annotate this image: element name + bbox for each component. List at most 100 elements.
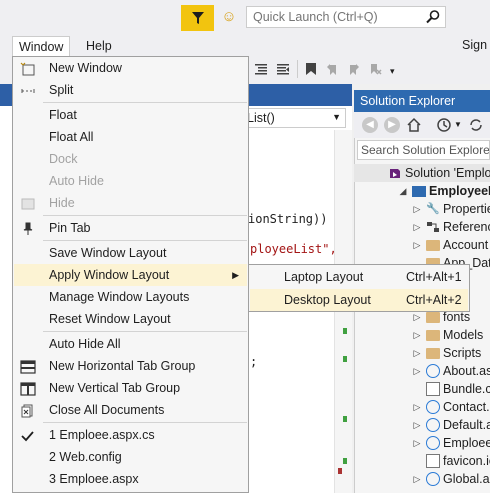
references-icon (426, 220, 440, 234)
home-icon[interactable] (406, 117, 422, 133)
solution-explorer-title: Solution Explorer (354, 90, 490, 112)
menu-item-float[interactable]: Float (14, 104, 247, 126)
web-page-icon (426, 472, 440, 486)
toolbar-overflow-icon[interactable]: ▾ (390, 66, 395, 77)
menu-item-label: Hide (49, 196, 75, 210)
member-dropdown[interactable]: List() ▼ (242, 108, 346, 128)
tree-item[interactable]: ▷ About.aspx (354, 362, 490, 380)
web-page-icon (426, 436, 440, 450)
menu-window[interactable]: Window (12, 36, 70, 56)
menu-item-label: Dock (49, 152, 78, 166)
send-feedback-smiley-icon[interactable]: ☺ (220, 7, 238, 25)
collapsed-arrow-icon[interactable]: ▷ (412, 398, 422, 416)
forward-icon[interactable]: ▶ (384, 117, 400, 133)
wrench-icon: 🔧 (426, 203, 440, 215)
change-marker (343, 328, 347, 334)
tree-item-label: Models (443, 328, 484, 342)
submenu-item-desktop-layout[interactable]: Desktop Layout Ctrl+Alt+2 (250, 289, 468, 311)
tree-item[interactable]: ▷ Contact.asp (354, 398, 490, 416)
tree-item-label: Emploee.asp (443, 436, 490, 450)
menu-item-label: 3 Emploee.aspx (49, 472, 139, 486)
menu-item-2-web-config[interactable]: 2 Web.config (14, 446, 247, 468)
expanded-arrow-icon[interactable]: ◢ (398, 182, 408, 200)
menu-item-new-horizontal-tab-group[interactable]: New Horizontal Tab Group (14, 355, 247, 377)
sync-icon[interactable] (468, 117, 484, 133)
feedback-filter-button[interactable] (181, 5, 214, 31)
menu-help[interactable]: Help (80, 36, 118, 56)
web-page-icon (426, 418, 440, 432)
align-icon[interactable] (254, 62, 268, 76)
menu-item-label: Pin Tab (49, 221, 91, 235)
collapsed-arrow-icon[interactable]: ▷ (412, 362, 422, 380)
tree-item[interactable]: ▷ Global.asax (354, 470, 490, 488)
folder-icon (426, 240, 440, 251)
submenu-item-label: Desktop Layout (284, 293, 371, 307)
menu-item-apply-window-layout[interactable]: Apply Window Layout ▶ (14, 264, 247, 286)
collapsed-arrow-icon[interactable]: ▷ (412, 416, 422, 434)
tree-item-label: favicon.ico (443, 454, 490, 468)
collapsed-arrow-icon[interactable]: ▷ (412, 218, 422, 236)
tree-item[interactable]: ▷ Emploee.asp (354, 434, 490, 452)
menu-separator (43, 331, 247, 332)
menu-item-label: New Horizontal Tab Group (49, 359, 196, 373)
back-icon[interactable]: ◀ (362, 117, 378, 133)
menu-item-1-emploee-aspx-cs[interactable]: 1 Emploee.aspx.cs (14, 424, 247, 446)
quick-launch-box[interactable] (246, 6, 446, 28)
prev-bookmark-icon[interactable] (326, 62, 340, 76)
menu-item-3-emploee-aspx[interactable]: 3 Emploee.aspx (14, 468, 247, 490)
menu-item-label: New Vertical Tab Group (49, 381, 181, 395)
menu-item-auto-hide-all[interactable]: Auto Hide All (14, 333, 247, 355)
tree-item-label: Default.aspx (443, 418, 490, 432)
quick-launch-input[interactable] (247, 9, 425, 25)
submenu-item-label: Laptop Layout (284, 270, 364, 284)
collapsed-arrow-icon[interactable]: ▷ (412, 326, 422, 344)
tree-item-label: Bundle.confi (443, 382, 490, 396)
tree-item[interactable]: ▷ Scripts (354, 344, 490, 362)
history-icon[interactable] (436, 117, 452, 133)
tree-item[interactable]: ◢ EmployeeDem (354, 182, 490, 200)
collapsed-arrow-icon[interactable]: ▷ (412, 344, 422, 362)
menu-item-new-vertical-tab-group[interactable]: New Vertical Tab Group (14, 377, 247, 399)
clear-bookmarks-icon[interactable] (368, 62, 382, 76)
new-window-icon (20, 61, 36, 76)
history-dropdown-icon[interactable]: ▼ (454, 120, 462, 129)
tree-item[interactable]: Solution 'Employe (354, 164, 490, 182)
window-menu-dropdown: New Window Split Float Float All Dock Auto Hi… (12, 56, 249, 493)
sign-in-link[interactable]: Sign (462, 38, 487, 52)
tree-item[interactable]: ▷ Default.aspx (354, 416, 490, 434)
tree-item[interactable]: ▷ 🔧Properties (354, 200, 490, 218)
menu-item-split[interactable]: Split (14, 79, 247, 101)
menu-item-new-window[interactable]: New Window (14, 57, 247, 79)
collapsed-arrow-icon[interactable]: ▷ (412, 236, 422, 254)
search-icon[interactable] (425, 9, 441, 25)
menu-item-save-window-layout[interactable]: Save Window Layout (14, 242, 247, 264)
collapsed-arrow-icon[interactable]: ▷ (412, 434, 422, 452)
tree-item[interactable]: Bundle.confi (354, 380, 490, 398)
apply-window-layout-submenu: Laptop Layout Ctrl+Alt+1 Desktop Layout … (248, 264, 470, 312)
tree-item-label: Scripts (443, 346, 482, 360)
menu-item-dock: Dock (14, 148, 247, 170)
menu-item-manage-window-layouts[interactable]: Manage Window Layouts (14, 286, 247, 308)
tree-item[interactable]: ▷ Account (354, 236, 490, 254)
vertical-tab-group-icon (20, 381, 36, 396)
outdent-icon[interactable] (276, 62, 290, 76)
menu-item-close-all-documents[interactable]: Close All Documents (14, 399, 247, 421)
menu-item-label: Save Window Layout (49, 246, 167, 260)
change-marker (343, 416, 347, 422)
solution-explorer-search-input[interactable]: Search Solution Explore (357, 140, 490, 160)
menu-item-float-all[interactable]: Float All (14, 126, 247, 148)
next-bookmark-icon[interactable] (346, 62, 360, 76)
tree-item[interactable]: ▷ References (354, 218, 490, 236)
submenu-item-laptop-layout[interactable]: Laptop Layout Ctrl+Alt+1 (250, 266, 468, 288)
menu-item-reset-window-layout[interactable]: Reset Window Layout (14, 308, 247, 330)
file-icon (426, 454, 440, 468)
menu-item-label: Split (49, 83, 74, 97)
tree-item[interactable]: ▷ Models (354, 326, 490, 344)
collapsed-arrow-icon[interactable]: ▷ (412, 200, 422, 218)
filter-icon (191, 12, 204, 24)
menu-separator (43, 422, 247, 423)
tree-item[interactable]: favicon.ico (354, 452, 490, 470)
collapsed-arrow-icon[interactable]: ▷ (412, 470, 422, 488)
menu-item-pin-tab[interactable]: Pin Tab (14, 217, 247, 239)
bookmark-icon[interactable] (305, 62, 317, 76)
